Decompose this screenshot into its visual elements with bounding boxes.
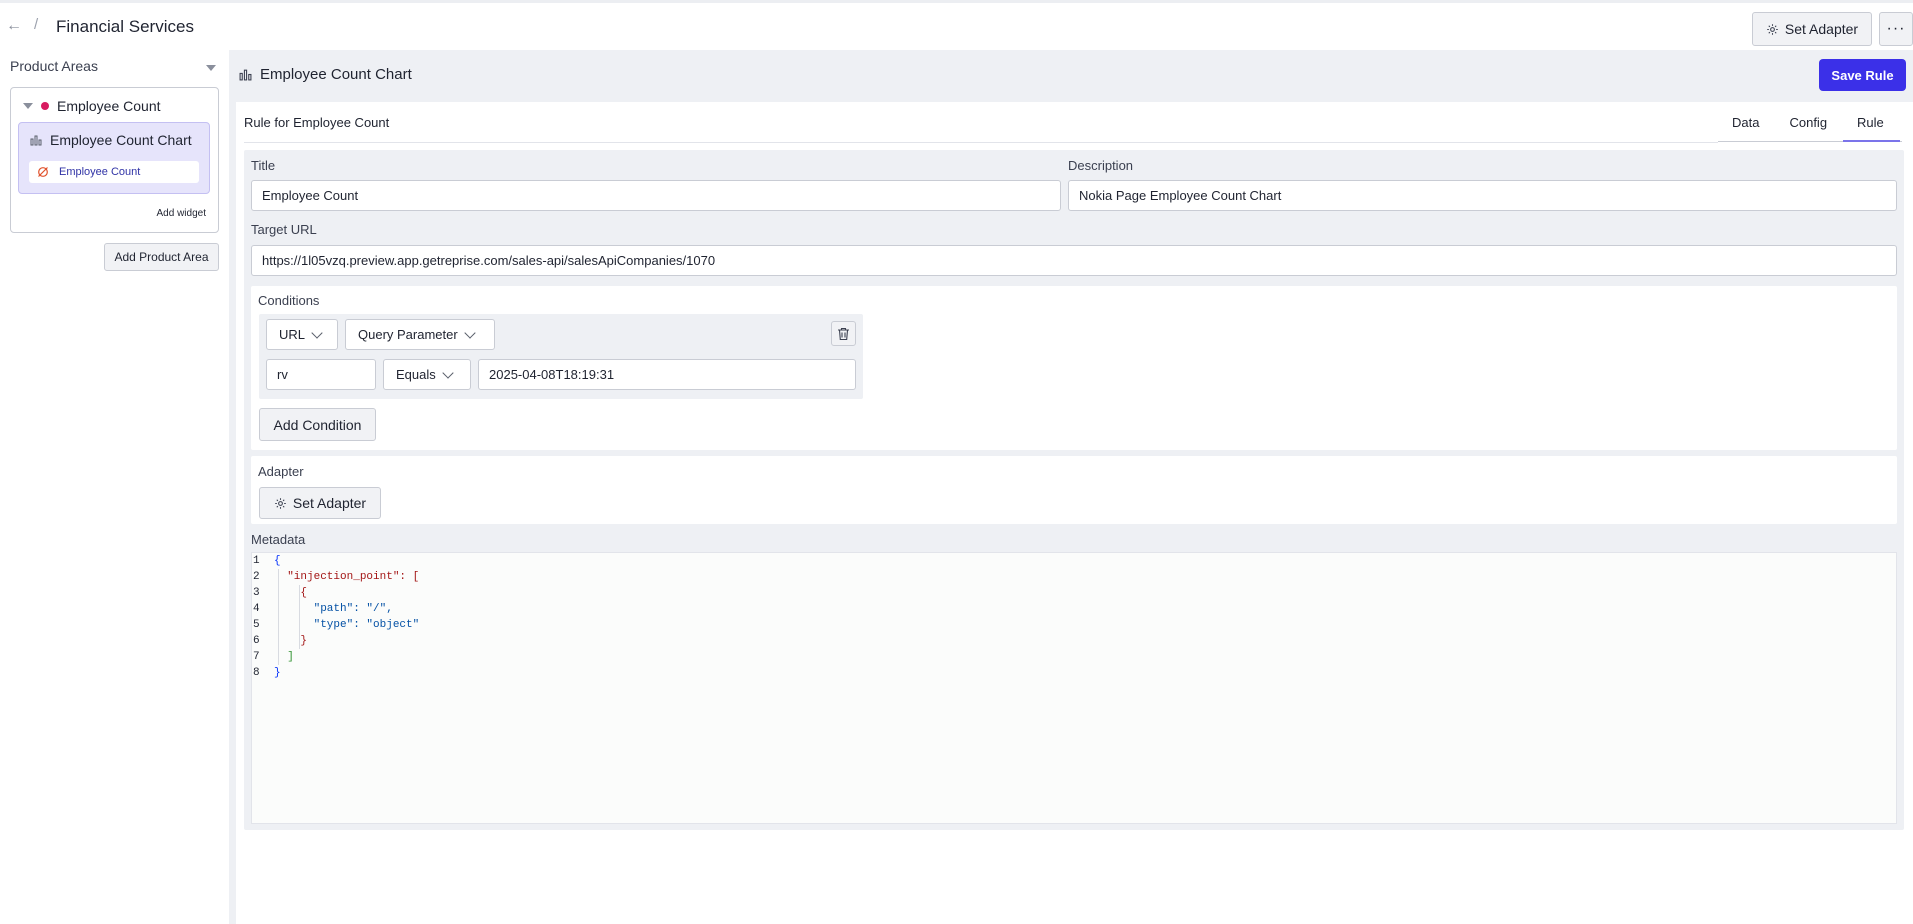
tab-config[interactable]: Config — [1775, 102, 1843, 142]
trash-icon — [838, 327, 849, 340]
rule-heading: Rule for Employee Count — [244, 115, 390, 130]
caret-down-icon[interactable] — [206, 65, 216, 71]
description-label: Description — [1068, 158, 1134, 173]
page-title: Financial Services — [56, 17, 194, 36]
divider — [244, 142, 1718, 143]
bar-chart-icon — [239, 69, 252, 81]
tab-rule[interactable]: Rule — [1843, 102, 1900, 142]
product-area-node[interactable]: Employee Count — [23, 96, 161, 116]
condition-value-input[interactable] — [478, 359, 856, 390]
condition-operator-value: Equals — [396, 367, 436, 382]
description-input[interactable] — [1068, 180, 1897, 211]
breadcrumb-separator: / — [34, 16, 39, 33]
target-url-label: Target URL — [251, 222, 317, 237]
set-adapter-label: Set Adapter — [292, 495, 367, 511]
bar-chart-icon — [30, 135, 42, 146]
code-line: 1{ — [253, 555, 281, 567]
title-input[interactable] — [251, 180, 1061, 211]
conditions-label: Conditions — [258, 293, 320, 308]
rule-panel: Rule for Employee Count Data Config Rule… — [236, 102, 1913, 924]
condition-source-value: URL — [279, 327, 306, 342]
widget-title: Employee Count Chart — [239, 66, 412, 83]
product-area-card: Employee Count Employee Count Chart Empl… — [10, 87, 219, 233]
product-areas-label: Product Areas — [10, 58, 98, 74]
adapter-label: Adapter — [258, 464, 304, 479]
widget-rule-name: Employee Count — [59, 166, 141, 178]
add-product-area-button[interactable]: Add Product Area — [104, 243, 219, 271]
widget-title-text: Employee Count Chart — [260, 66, 412, 83]
condition-type-value: Query Parameter — [358, 327, 458, 342]
condition-key-input[interactable] — [266, 359, 376, 390]
set-adapter-button[interactable]: Set Adapter — [259, 487, 381, 519]
metadata-code-editor[interactable]: 1{ 2 "injection_point": [ 3 { 4 "path": … — [251, 552, 1897, 824]
more-options-button[interactable]: ··· — [1879, 12, 1913, 46]
product-area-name: Employee Count — [57, 98, 161, 114]
collapse-triangle-icon[interactable] — [23, 103, 33, 109]
header-set-adapter-label: Set Adapter — [1784, 21, 1859, 37]
code-line: 4 "path": "/", — [253, 603, 393, 615]
header-set-adapter-button[interactable]: Set Adapter — [1752, 12, 1872, 46]
widget-name: Employee Count Chart — [50, 132, 192, 148]
metadata-label: Metadata — [251, 532, 306, 547]
chevron-down-icon — [311, 326, 323, 339]
condition-type-select[interactable]: Query Parameter — [345, 319, 495, 350]
code-line: 7 ] — [253, 651, 294, 663]
gear-icon — [1767, 23, 1778, 35]
condition-row: URL Query Parameter Equals — [259, 314, 863, 399]
code-line: 2 "injection_point": [ — [253, 571, 420, 583]
condition-operator-select[interactable]: Equals — [383, 359, 471, 390]
tab-data[interactable]: Data — [1718, 102, 1775, 142]
add-widget-link[interactable]: Add widget — [157, 208, 206, 219]
condition-source-select[interactable]: URL — [266, 319, 338, 350]
code-line: 3 { — [253, 587, 308, 599]
add-condition-button[interactable]: Add Condition — [259, 408, 376, 441]
arrow-left-icon[interactable]: ← — [6, 17, 24, 35]
code-line: 8} — [253, 667, 281, 679]
rule-form: Title Description Target URL Conditions … — [244, 150, 1904, 830]
sidebar: Product Areas Employee Count Employee Co… — [0, 50, 229, 924]
delete-condition-button[interactable] — [831, 321, 856, 346]
adapter-section: Adapter Set Adapter — [251, 456, 1897, 524]
conditions-section: Conditions URL Query Parameter rv Equals… — [251, 286, 1897, 450]
no-adapter-icon — [38, 167, 48, 177]
save-rule-button[interactable]: Save Rule — [1819, 59, 1906, 91]
tab-bar: Data Config Rule — [1718, 102, 1902, 142]
chevron-down-icon — [442, 366, 454, 379]
app-header: ← / Financial Services Set Adapter ··· — [0, 3, 1913, 49]
status-dot-icon — [41, 102, 49, 110]
widget-rule-item[interactable]: Employee Count — [29, 161, 199, 183]
main-content: Employee Count Chart Save Rule Rule for … — [229, 50, 1913, 924]
gear-icon — [275, 497, 286, 509]
title-label: Title — [251, 158, 276, 173]
code-line: 5 "type": "object" — [253, 619, 420, 631]
chevron-down-icon — [464, 326, 476, 339]
widget-item[interactable]: Employee Count Chart Employee Count — [18, 122, 210, 194]
target-url-input[interactable] — [251, 245, 1897, 276]
code-line: 6 } — [253, 635, 308, 647]
